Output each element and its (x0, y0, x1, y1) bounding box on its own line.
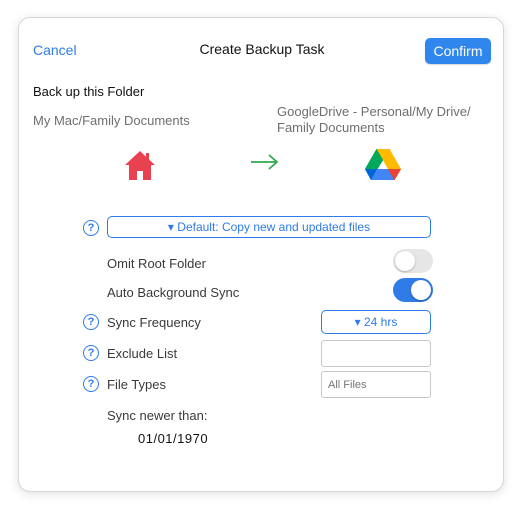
create-backup-dialog: Cancel Create Backup Task Confirm Back u… (18, 17, 504, 492)
omit-root-folder-toggle[interactable] (393, 249, 433, 273)
house-icon (123, 148, 157, 187)
mode-help-icon[interactable]: ? (83, 220, 99, 236)
auto-background-sync-label: Auto Background Sync (107, 285, 240, 300)
toggle-knob (395, 251, 415, 271)
source-path: My Mac/Family Documents (33, 113, 190, 128)
destination-path-line1: GoogleDrive - Personal/My Drive/ (277, 104, 471, 119)
file-types-help-icon[interactable]: ? (83, 376, 99, 392)
exclude-list-input[interactable] (321, 340, 431, 367)
sync-newer-than-label: Sync newer than: (107, 408, 208, 423)
omit-root-folder-label: Omit Root Folder (107, 256, 206, 271)
source-heading: Back up this Folder (33, 84, 145, 99)
destination-path: GoogleDrive - Personal/My Drive/ Family … (277, 104, 497, 136)
file-types-label: File Types (107, 377, 167, 392)
auto-background-sync-toggle[interactable] (393, 278, 433, 302)
google-drive-icon (364, 148, 402, 187)
sync-frequency-label: Sync Frequency (107, 315, 201, 330)
sync-frequency-help-icon[interactable]: ? (83, 314, 99, 330)
arrow-right-icon (249, 152, 281, 177)
exclude-list-help-icon[interactable]: ? (83, 345, 99, 361)
destination-path-line2: Family Documents (277, 120, 385, 135)
confirm-button[interactable]: Confirm (425, 38, 491, 64)
copy-mode-dropdown[interactable]: ▾ Default: Copy new and updated files (107, 216, 431, 238)
sync-frequency-dropdown[interactable]: ▾ 24 hrs (321, 310, 431, 334)
toggle-knob (411, 280, 431, 300)
file-types-input[interactable] (321, 371, 431, 398)
sync-newer-than-date[interactable]: 01/01/1970 (138, 431, 208, 446)
exclude-list-label: Exclude List (107, 346, 178, 361)
